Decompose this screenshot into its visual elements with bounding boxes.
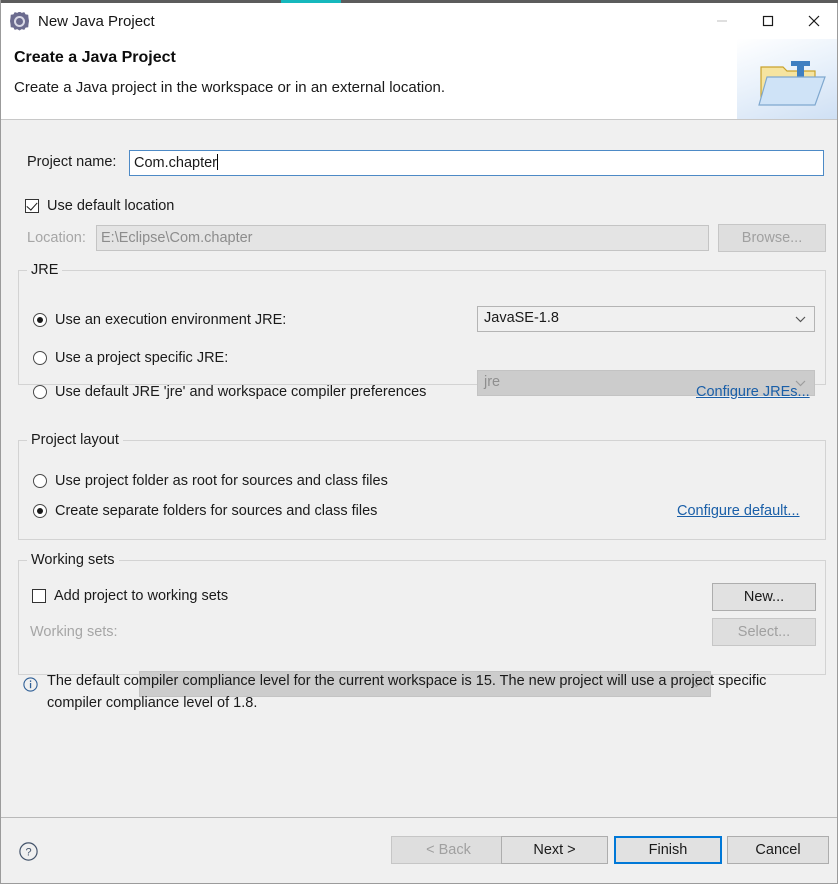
minimize-icon[interactable] [699,3,745,39]
close-icon[interactable] [791,3,837,39]
browse-button: Browse... [718,224,826,252]
project-name-value: Com.chapter [134,155,218,171]
project-specific-jre-value: jre [484,374,501,390]
dialog-header: Create a Java Project Create a Java proj… [1,39,837,120]
title-bar: New Java Project [1,3,837,39]
window-title: New Java Project [38,12,155,30]
compliance-info-message: The default compiler compliance level fo… [47,673,767,711]
radio-button[interactable] [33,504,47,518]
radio-label: Create separate folders for sources and … [55,503,378,519]
svg-text:?: ? [25,847,31,859]
radio-default-jre[interactable]: Use default JRE 'jre' and workspace comp… [33,384,426,400]
execution-environment-combo[interactable]: JavaSE-1.8 [477,306,815,332]
dialog-body: Project name: Com.chapter Use default lo… [1,120,837,817]
working-sets-group: Working sets [18,552,826,675]
location-value: E:\Eclipse\Com.chapter [101,230,253,246]
working-sets-group-title: Working sets [27,552,119,568]
radio-execution-environment-jre[interactable]: Use an execution environment JRE: [33,312,286,328]
eclipse-gear-icon [10,11,29,31]
project-name-input[interactable]: Com.chapter [129,150,824,176]
page-subtitle: Create a Java project in the workspace o… [14,79,446,96]
next-button[interactable]: Next > [501,836,608,864]
new-java-project-dialog: New Java Project Create a Java Project C… [0,0,838,884]
use-default-location-label: Use default location [47,198,175,214]
radio-button[interactable] [33,313,47,327]
checkbox-box[interactable] [32,589,46,603]
cancel-button[interactable]: Cancel [727,836,829,864]
configure-jres-link[interactable]: Configure JREs... [696,384,810,400]
project-layout-group-title: Project layout [27,432,123,448]
info-icon [23,677,38,692]
window-controls [699,3,837,39]
project-name-label: Project name: [27,154,117,170]
chevron-down-icon [795,316,806,323]
new-working-set-button[interactable]: New... [712,583,816,611]
radio-label: Use a project specific JRE: [55,350,229,366]
checkbox-box[interactable] [25,199,39,213]
radio-project-specific-jre[interactable]: Use a project specific JRE: [33,350,228,366]
radio-project-folder-root[interactable]: Use project folder as root for sources a… [33,473,388,489]
working-sets-label: Working sets: [30,624,118,640]
location-input: E:\Eclipse\Com.chapter [96,225,709,251]
add-project-to-working-sets-checkbox[interactable]: Add project to working sets [32,588,228,604]
use-default-location-checkbox[interactable]: Use default location [25,198,174,214]
execution-environment-value: JavaSE-1.8 [484,310,559,326]
help-icon[interactable]: ? [19,842,38,861]
select-working-set-button: Select... [712,618,816,646]
page-title: Create a Java Project [14,49,176,66]
radio-label: Use an execution environment JRE: [55,312,287,328]
dialog-footer: ? < Back Next > Finish Cancel [1,818,837,882]
finish-button[interactable]: Finish [614,836,722,864]
header-banner [737,39,837,119]
radio-separate-folders[interactable]: Create separate folders for sources and … [33,503,377,519]
text-caret [217,154,219,170]
radio-button[interactable] [33,385,47,399]
radio-button[interactable] [33,351,47,365]
project-layout-group: Project layout [18,432,826,540]
add-working-sets-label: Add project to working sets [54,588,229,604]
configure-default-link[interactable]: Configure default... [677,503,800,519]
maximize-icon[interactable] [745,3,791,39]
back-button: < Back [391,836,506,864]
radio-label: Use default JRE 'jre' and workspace comp… [55,384,427,400]
radio-button[interactable] [33,474,47,488]
location-label: Location: [27,230,86,246]
jre-group-title: JRE [27,262,63,278]
radio-label: Use project folder as root for sources a… [55,473,388,489]
java-project-folder-icon [758,61,826,106]
